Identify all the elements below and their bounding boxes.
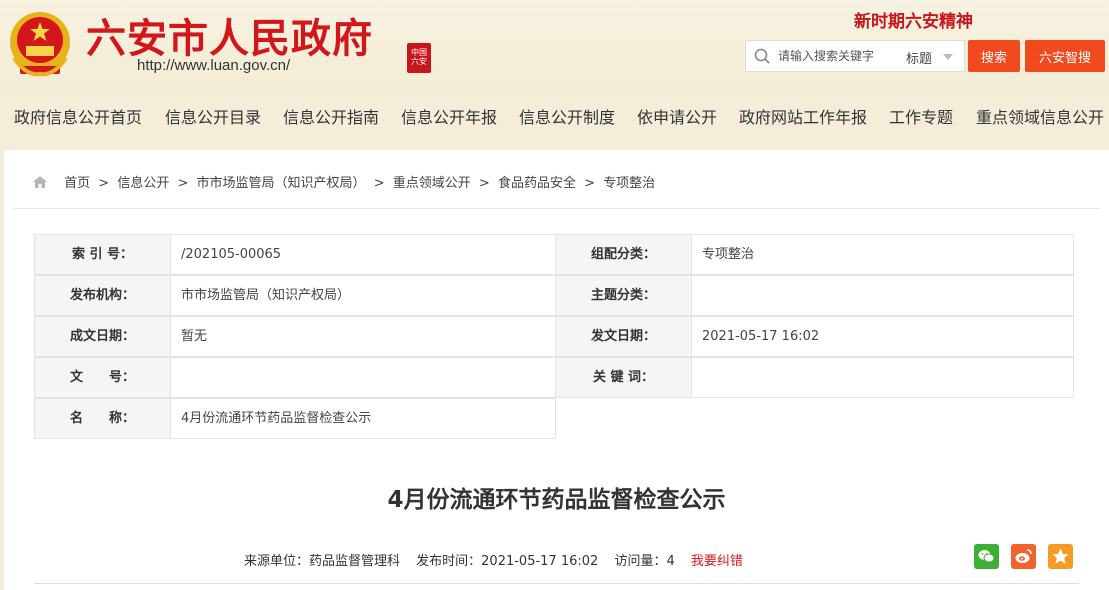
report-error-link[interactable]: 我要纠错 — [691, 554, 743, 569]
article-info: 来源单位：药品监督管理科 发布时间：2021-05-17 16:02 访问量：4… — [244, 550, 755, 569]
site-url[interactable]: http://www.luan.gov.cn/ — [137, 57, 290, 74]
search-icon — [754, 48, 770, 64]
keywords-value — [691, 357, 1074, 398]
favorite-star-icon[interactable] — [1048, 544, 1073, 569]
breadcrumb-separator: > — [98, 176, 110, 191]
index-value: /202105-00065 — [170, 234, 556, 275]
search-box: 标题 — [745, 40, 965, 72]
chevron-down-icon[interactable] — [943, 54, 953, 60]
breadcrumb-item-food-drug[interactable]: 食品药品安全 — [498, 176, 576, 191]
search-input[interactable] — [778, 42, 898, 70]
smart-search-button[interactable]: 六安智搜 — [1025, 40, 1105, 72]
article-source: 来源单位：药品监督管理科 — [244, 554, 401, 569]
doc-no-label: 文 号： — [34, 357, 171, 398]
site-header: 六安市人民政府 http://www.luan.gov.cn/ 中国 六安 新时期… — [0, 0, 1109, 90]
keywords-label: 关 键 词： — [555, 357, 692, 398]
wechat-share-icon[interactable] — [974, 544, 999, 569]
breadcrumb-separator: > — [177, 176, 189, 191]
breadcrumb-item-info[interactable]: 信息公开 — [117, 176, 169, 191]
nav-item-info-guide[interactable]: 信息公开指南 — [283, 104, 379, 128]
article-pubtime: 发布时间：2021-05-17 16:02 — [416, 554, 599, 569]
nav-item-info-system[interactable]: 信息公开制度 — [519, 104, 615, 128]
content-panel: 首页 > 信息公开 > 市市场监管局（知识产权局） > 重点领域公开 > 食品药… — [4, 150, 1109, 590]
pub-date-label: 发文日期： — [555, 316, 692, 357]
nav-item-topics[interactable]: 工作专题 — [889, 104, 953, 128]
publisher-label: 发布机构： — [34, 275, 171, 316]
seal-logo: 中国 六安 — [407, 43, 431, 73]
breadcrumb-item-special[interactable]: 专项整治 — [603, 176, 655, 191]
article-title: 4月份流通环节药品监督检查公示 — [387, 487, 726, 513]
search-button[interactable]: 搜索 — [968, 40, 1020, 72]
main-nav: 政府信息公开首页 信息公开目录 信息公开指南 信息公开年报 信息公开制度 依申请… — [0, 96, 1109, 136]
created-date-value: 暂无 — [170, 316, 556, 357]
nav-item-info-catalog[interactable]: 信息公开目录 — [165, 104, 261, 128]
doc-no-value — [170, 357, 556, 398]
divider — [14, 208, 1099, 209]
breadcrumb: 首页 > 信息公开 > 市市场监管局（知识产权局） > 重点领域公开 > 食品药… — [32, 172, 655, 191]
publisher-value: 市市场监管局（知识产权局） — [170, 275, 556, 316]
topic-label: 主题分类： — [555, 275, 692, 316]
nav-item-info-annual[interactable]: 信息公开年报 — [401, 104, 497, 128]
breadcrumb-separator: > — [373, 176, 385, 191]
nav-item-apply[interactable]: 依申请公开 — [637, 104, 717, 128]
name-label: 名 称： — [34, 398, 171, 439]
weibo-share-icon[interactable] — [1011, 544, 1036, 569]
breadcrumb-item-dept[interactable]: 市市场监管局（知识产权局） — [197, 176, 366, 191]
search-scope-select[interactable]: 标题 — [906, 48, 932, 67]
category-value: 专项整治 — [691, 234, 1074, 275]
national-emblem-icon — [10, 12, 70, 77]
name-value: 4月份流通环节药品监督检查公示 — [170, 398, 556, 439]
divider — [34, 583, 1079, 584]
breadcrumb-separator: > — [478, 176, 490, 191]
site-title[interactable]: 六安市人民政府 — [86, 6, 373, 64]
pub-date-value: 2021-05-17 16:02 — [691, 316, 1074, 357]
nav-item-key-areas[interactable]: 重点领域信息公开 — [976, 104, 1104, 128]
breadcrumb-item-key-areas[interactable]: 重点领域公开 — [393, 176, 471, 191]
index-label: 索 引 号： — [34, 234, 171, 275]
topic-value — [691, 275, 1074, 316]
nav-item-info-home[interactable]: 政府信息公开首页 — [14, 104, 142, 128]
article-visits: 访问量：4 — [614, 554, 675, 569]
nav-item-web-annual[interactable]: 政府网站工作年报 — [739, 104, 867, 128]
category-label: 组配分类： — [555, 234, 692, 275]
created-date-label: 成文日期： — [34, 316, 171, 357]
breadcrumb-item-home[interactable]: 首页 — [64, 176, 90, 191]
spirit-link[interactable]: 新时期六安精神 — [854, 7, 973, 32]
breadcrumb-separator: > — [584, 176, 596, 191]
home-icon — [33, 176, 47, 188]
